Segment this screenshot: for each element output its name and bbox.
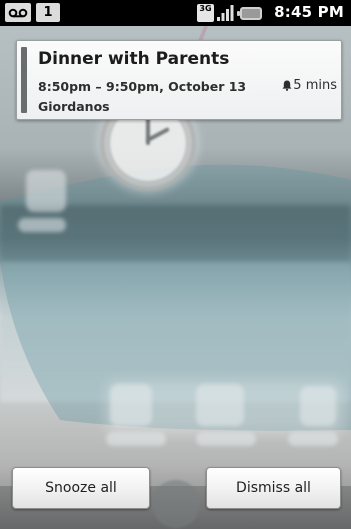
calendar-badge: 1 (43, 5, 53, 20)
app-icon (106, 432, 166, 446)
app-icon (18, 218, 66, 232)
status-bar: 1 3G 8:45 PM (0, 0, 351, 26)
event-location: Giordanos (38, 99, 110, 114)
reminder-indicator: 5 mins (282, 78, 337, 93)
app-icon (26, 170, 66, 212)
dismiss-all-button[interactable]: Dismiss all (206, 467, 341, 509)
app-icon (300, 386, 336, 426)
event-time-range: 8:50pm – 9:50pm, October 13 (38, 79, 247, 94)
bell-icon (282, 80, 292, 91)
status-time: 8:45 PM (274, 3, 344, 21)
app-icon (196, 432, 256, 446)
voicemail-icon (5, 3, 31, 22)
launcher-home-button (152, 480, 200, 528)
app-icon (196, 384, 244, 426)
network-type-label: 3G (199, 4, 212, 13)
event-notification-card[interactable]: Dinner with Parents 8:50pm – 9:50pm, Oct… (16, 40, 342, 120)
calendar-color-bar (21, 47, 27, 113)
calendar-icon: 1 (36, 3, 60, 22)
app-icon (110, 384, 152, 426)
reminder-label: 5 mins (293, 78, 337, 93)
event-title: Dinner with Parents (38, 49, 230, 69)
signal-icon (217, 5, 234, 21)
network-type-icon: 3G (197, 4, 214, 22)
battery-icon (237, 7, 262, 20)
app-icon (288, 432, 338, 446)
snooze-all-button[interactable]: Snooze all (12, 467, 150, 509)
